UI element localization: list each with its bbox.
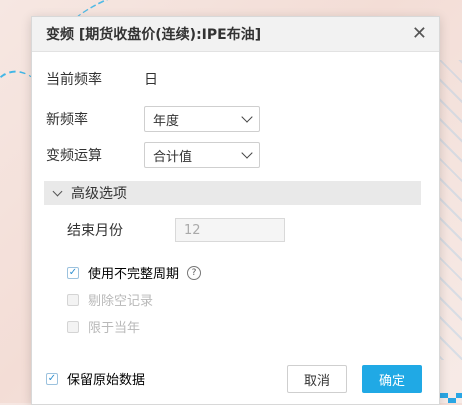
new-frequency-row: 新频率 年度 [46,106,260,132]
current-frequency-value: 日 [144,72,158,88]
new-frequency-select[interactable]: 年度 [144,106,260,132]
chevron-down-icon [241,147,253,159]
limit-current-year-row: 限于当年 [67,317,140,336]
end-month-label: 结束月份 [67,223,123,239]
keep-original-label: 保留原始数据 [67,373,146,388]
remove-empty-label: 剔除空记录 [88,294,154,309]
remove-empty-row: 剔除空记录 [67,290,153,309]
use-incomplete-checkbox[interactable]: ✓ [67,266,79,279]
frequency-conversion-dialog: 变频 [期货收盘价(连续):IPE布油] ✕ 当前频率 日 新频率 年度 变频运… [31,16,440,405]
limit-current-year-checkbox [67,320,79,333]
use-incomplete-row[interactable]: ✓ 使用不完整周期 ? [67,263,202,282]
keep-original-row[interactable]: ✓ 保留原始数据 [46,369,145,388]
current-frequency-row: 当前频率 日 [46,69,158,89]
cancel-button[interactable]: 取消 [287,365,347,393]
new-frequency-value: 年度 [153,113,180,129]
keep-original-checkbox[interactable]: ✓ [46,372,58,385]
remove-empty-checkbox [67,293,79,306]
help-icon[interactable]: ? [187,265,202,280]
operation-label: 变频运算 [46,148,102,164]
advanced-options-toggle[interactable]: 高级选项 [44,181,421,205]
end-month-input[interactable] [175,218,285,242]
close-icon[interactable]: ✕ [412,25,427,43]
new-frequency-label: 新频率 [46,112,88,128]
operation-row: 变频运算 合计值 [46,142,260,168]
ok-button[interactable]: 确定 [362,365,422,393]
limit-current-year-label: 限于当年 [88,321,141,336]
dialog-title: 变频 [期货收盘价(连续):IPE布油] [46,27,262,43]
dialog-titlebar: 变频 [期货收盘价(连续):IPE布油] ✕ [32,17,439,52]
end-month-row: 结束月份 [67,218,285,242]
advanced-options-label: 高级选项 [71,186,127,202]
current-frequency-label: 当前频率 [46,72,102,88]
operation-select[interactable]: 合计值 [144,142,260,168]
chevron-down-icon [241,111,253,123]
use-incomplete-label: 使用不完整周期 [88,267,180,282]
chevron-down-icon [52,186,63,196]
operation-value: 合计值 [153,149,193,165]
